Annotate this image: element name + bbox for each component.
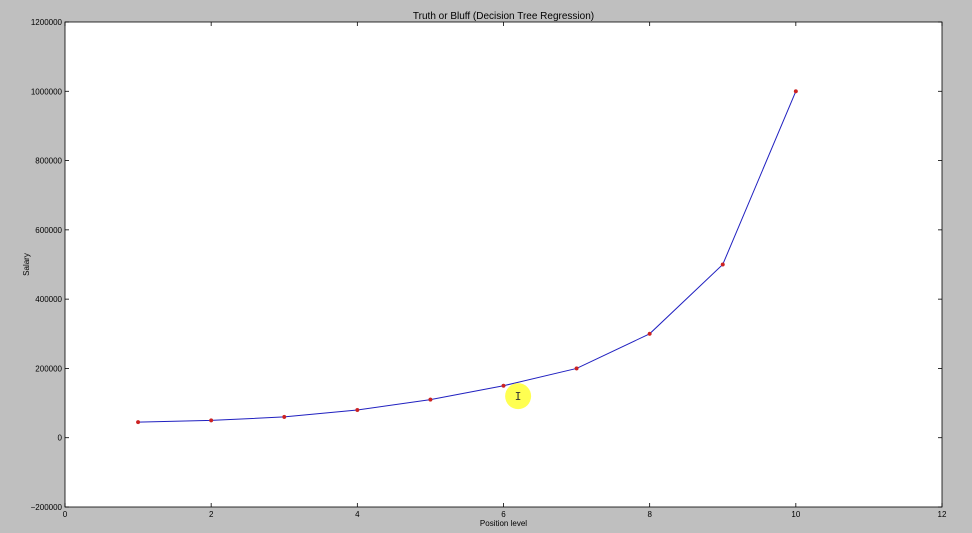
- data-point: [720, 262, 725, 267]
- data-point: [574, 366, 579, 371]
- x-axis-label: Position level: [480, 519, 527, 528]
- x-tick-label: 4: [355, 510, 360, 519]
- y-tick-label: 400000: [35, 295, 62, 304]
- x-tick-label: 2: [209, 510, 214, 519]
- data-point: [209, 418, 214, 423]
- x-tick-label: 12: [938, 510, 947, 519]
- chart-title: Truth or Bluff (Decision Tree Regression…: [413, 11, 594, 22]
- y-tick-label: 1000000: [31, 87, 63, 96]
- data-point: [282, 414, 287, 419]
- data-point: [793, 89, 798, 94]
- x-tick-label: 10: [791, 510, 800, 519]
- y-tick-label: 800000: [35, 157, 62, 166]
- x-tick-label: 6: [501, 510, 506, 519]
- y-tick-label: 1200000: [31, 18, 63, 27]
- y-axis-label: Salary: [22, 253, 31, 276]
- data-point: [355, 407, 360, 413]
- chart-figure: 0 2 4 6 8 10 12 −200000 0 200000 400000 600000 80000…: [0, 0, 972, 533]
- plot-area-background: [65, 22, 942, 507]
- cursor-highlight: I: [505, 383, 532, 410]
- y-tick-label: 600000: [35, 226, 62, 235]
- x-tick-label: 0: [63, 510, 68, 519]
- y-tick-label: −200000: [31, 503, 63, 512]
- data-point: [647, 331, 652, 336]
- data-point: [501, 383, 506, 388]
- x-tick-label: 8: [647, 510, 652, 519]
- data-point: [428, 397, 433, 402]
- y-tick-label: 0: [58, 434, 63, 443]
- text-cursor-icon: I: [515, 390, 522, 403]
- line-chart: 0 2 4 6 8 10 12−200000020000040000060000080000…: [22, 11, 947, 528]
- y-tick-label: 200000: [35, 364, 62, 373]
- data-point: [136, 420, 141, 425]
